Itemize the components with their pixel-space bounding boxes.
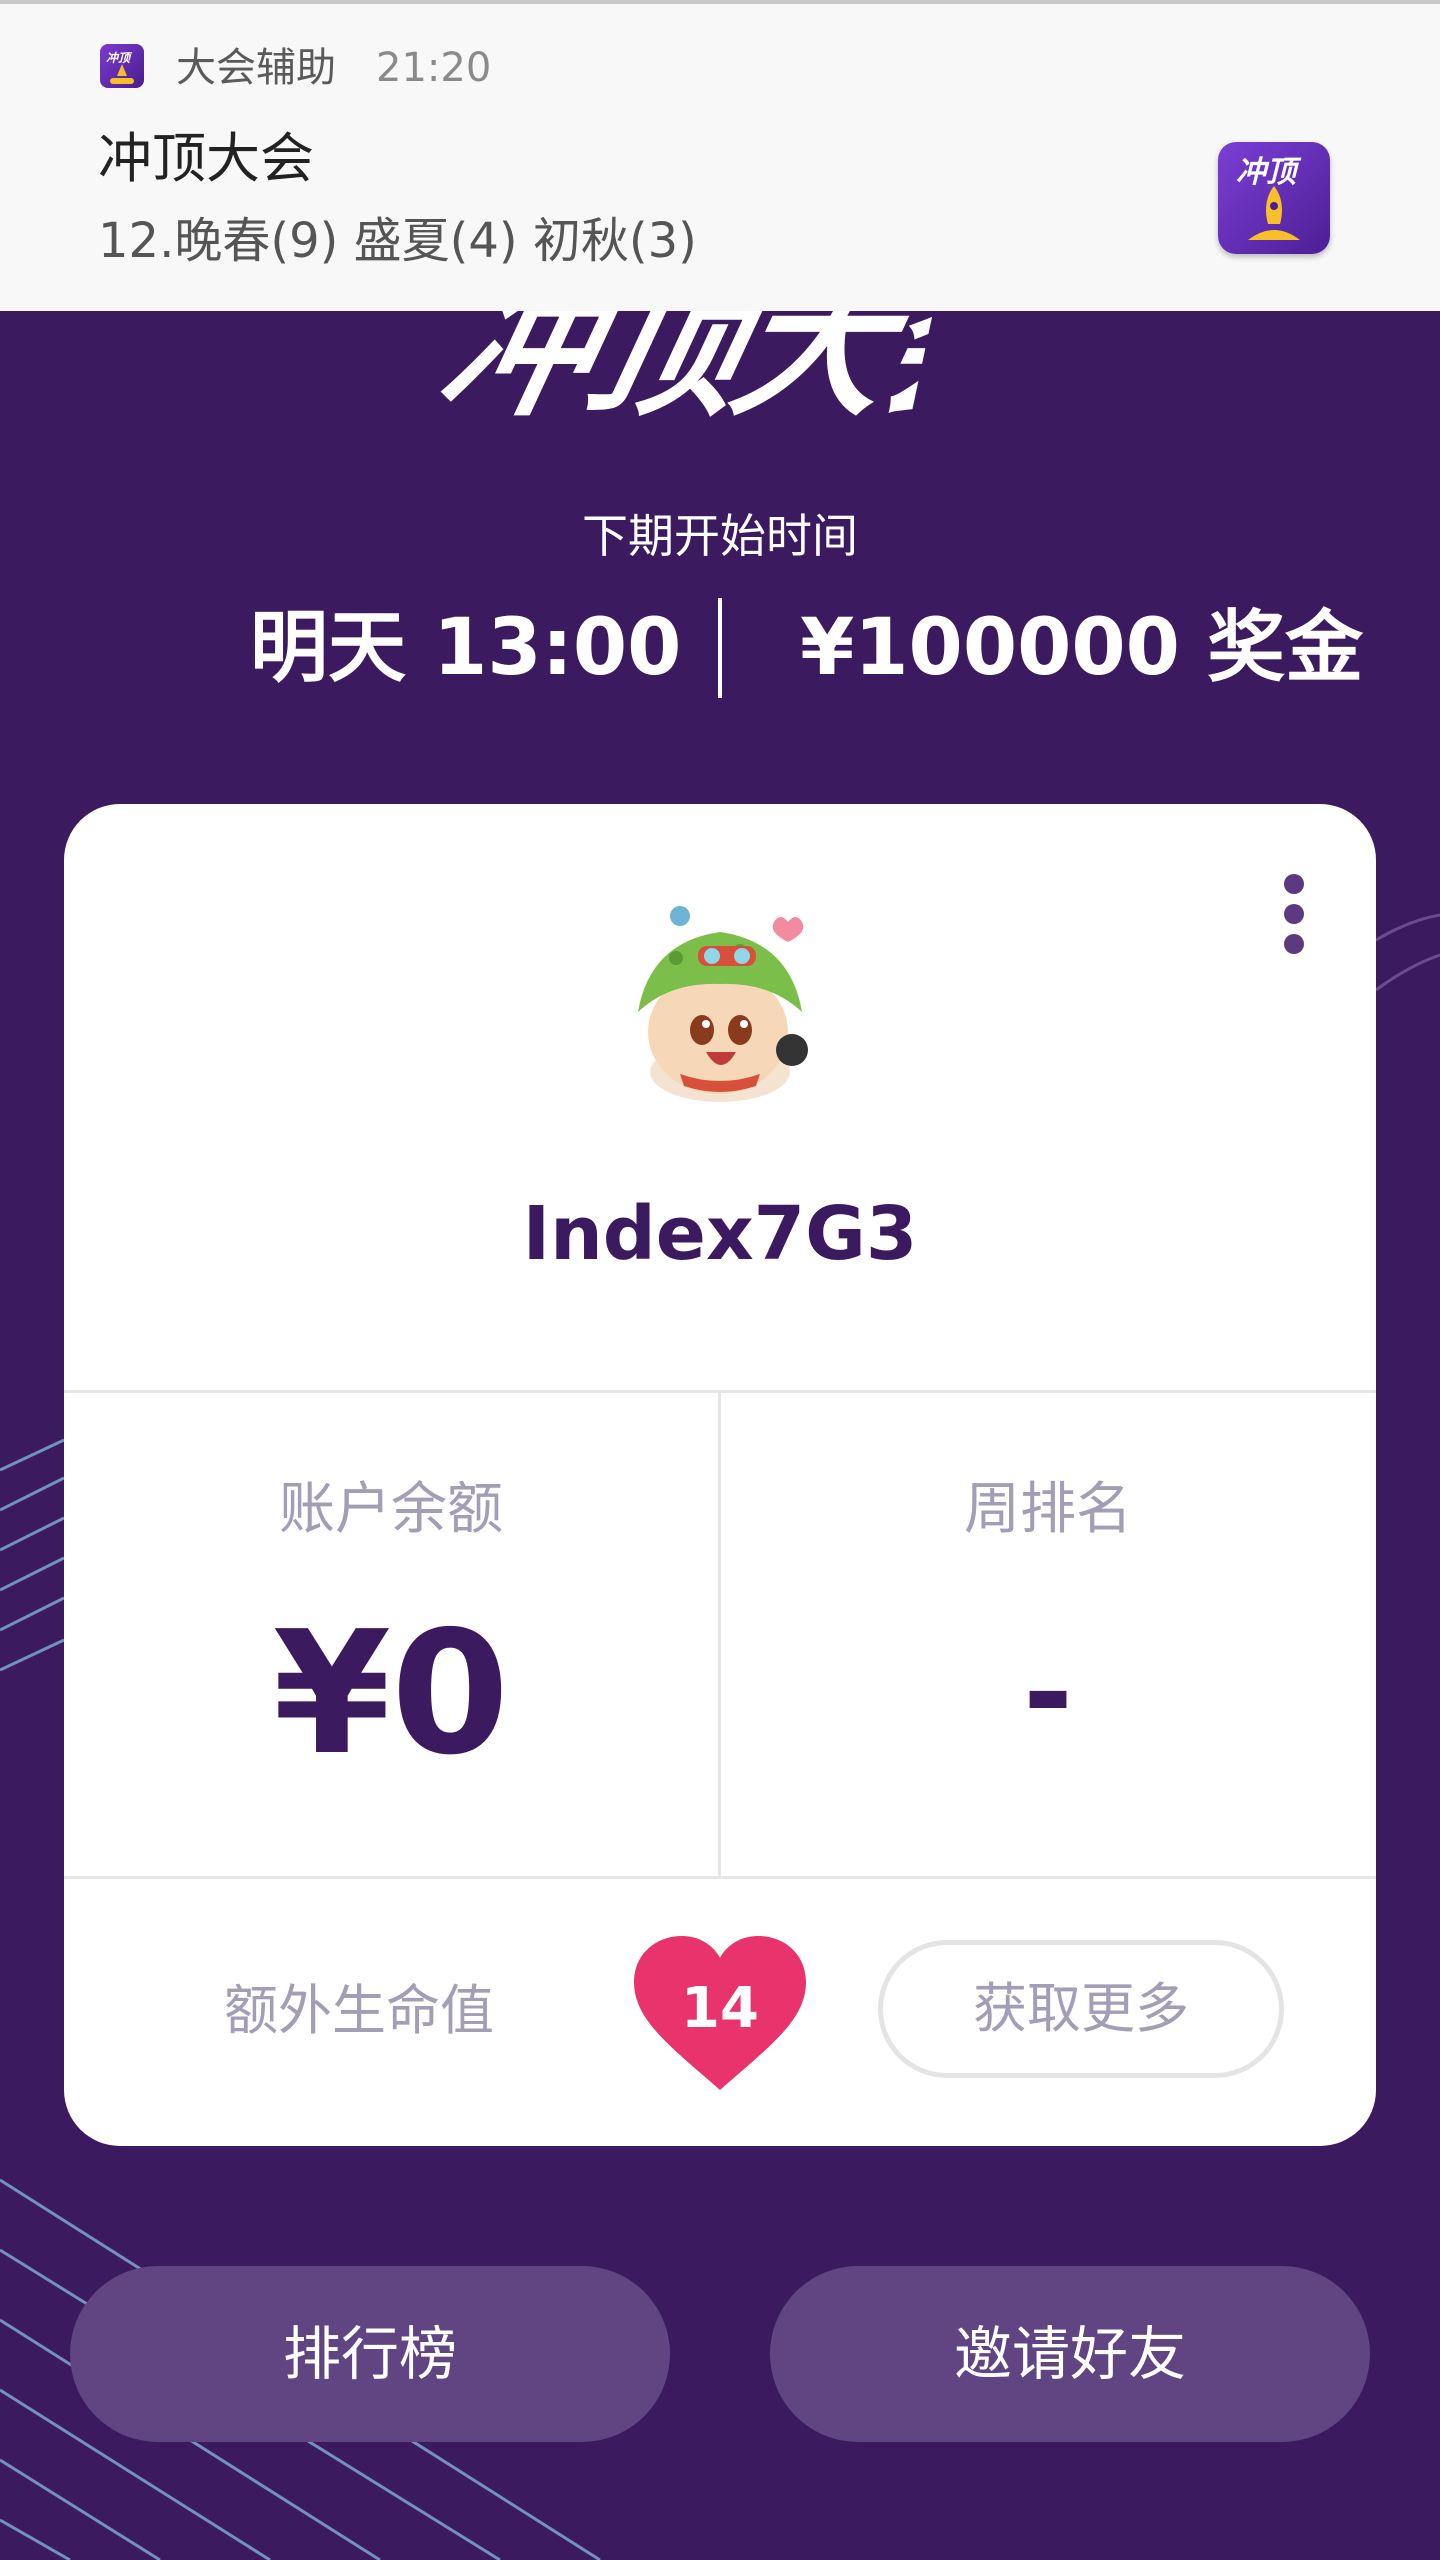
extra-lives-count: 14 <box>681 1976 759 2041</box>
notification-title: 冲顶大会 <box>98 127 314 190</box>
weekly-rank-value[interactable]: - <box>721 1604 1375 1784</box>
username: Index7G3 <box>522 1191 918 1277</box>
leaderboard-button[interactable]: 排行榜 <box>70 2266 670 2442</box>
next-game-time: 明天 13:00 <box>250 603 682 693</box>
divider <box>64 1876 1376 1879</box>
prize-amount: ¥100000 奖金 <box>800 603 1364 693</box>
weekly-rank-label: 周排名 <box>964 1477 1132 1542</box>
balance-label: 账户余额 <box>279 1477 503 1542</box>
notification-text: 12.晚春(9) 盛夏(4) 初秋(3) <box>98 213 697 269</box>
extra-lives-label: 额外生命值 <box>224 1979 494 2042</box>
more-options-icon[interactable] <box>1264 874 1324 964</box>
avatar[interactable] <box>620 902 820 1112</box>
header-divider <box>718 598 722 698</box>
get-more-button[interactable]: 获取更多 <box>878 1940 1284 2078</box>
notification-banner[interactable]: 冲顶 大会辅助 21:20 冲顶大会 12.晚春(9) 盛夏(4) 初秋(3) … <box>0 0 1440 311</box>
next-game-label: 下期开始时间 <box>582 509 858 563</box>
rocket-icon: 冲顶 <box>1218 142 1330 254</box>
app-small-icon-label: 冲顶 <box>106 51 133 65</box>
notification-large-icon-label: 冲顶 <box>1236 155 1302 190</box>
balance-value[interactable]: ¥0 <box>64 1604 718 1784</box>
invite-friends-button[interactable]: 邀请好友 <box>770 2266 1370 2442</box>
notification-app-name: 大会辅助 <box>176 45 336 91</box>
app-small-icon: 冲顶 <box>100 44 144 88</box>
profile-card: Index7G3 账户余额 ¥0 周排名 - 额外生命值 14 获取更多 <box>64 804 1376 2146</box>
notification-time: 21:20 <box>376 45 492 91</box>
